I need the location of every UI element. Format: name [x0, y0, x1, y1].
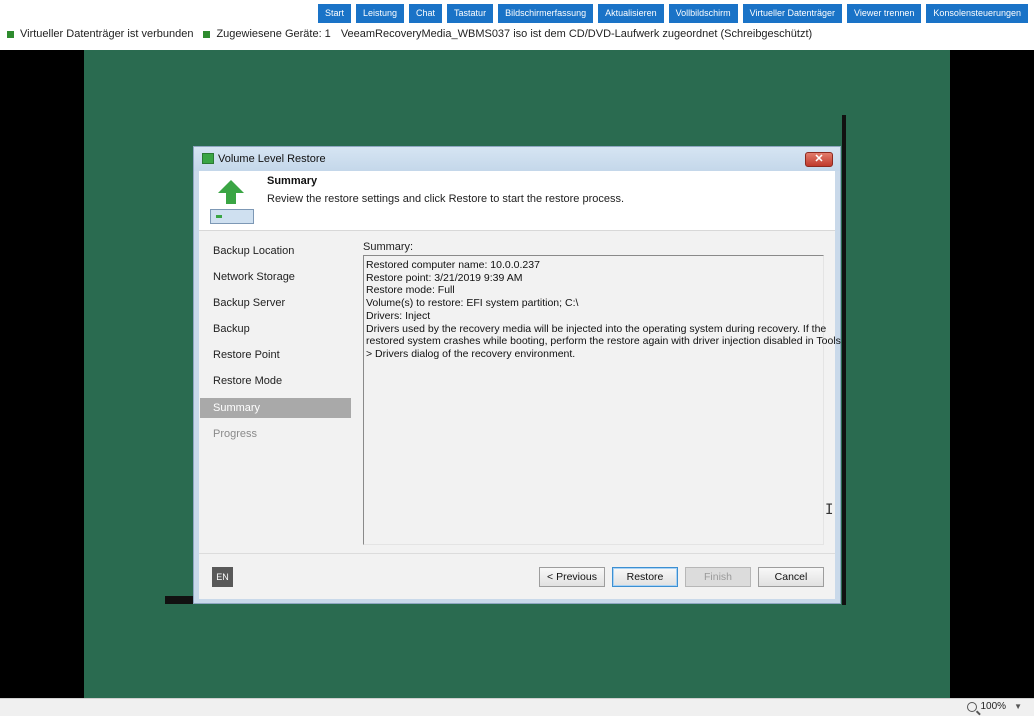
nav-step-summary[interactable]: Summary — [200, 398, 351, 418]
nav-step-backup-server[interactable]: Backup Server — [200, 293, 351, 313]
start-button[interactable]: Start — [317, 4, 351, 23]
virtual-media-button[interactable]: Virtueller Datenträger — [742, 4, 843, 23]
viewer-status-bar: 100% ▼ — [0, 698, 1034, 716]
summary-textarea[interactable]: Restored computer name: 10.0.0.237 Resto… — [363, 255, 841, 545]
volume-level-restore-dialog: Volume Level Restore ✕ Summary Review th… — [193, 146, 841, 604]
summary-line: Volume(s) to restore: EFI system partiti… — [366, 297, 579, 310]
finish-button: Finish — [685, 567, 751, 587]
text-cursor-icon: I — [825, 502, 834, 518]
cancel-button[interactable]: Cancel — [758, 567, 824, 587]
virtual-disk-status-text: Virtueller Datenträger ist verbunden — [20, 28, 194, 40]
wizard-step-title: Summary — [267, 175, 318, 187]
nav-step-backup[interactable]: Backup — [200, 319, 351, 339]
refresh-button[interactable]: Aktualisieren — [598, 4, 664, 23]
nav-step-network-storage[interactable]: Network Storage — [200, 267, 351, 287]
screen-capture-button[interactable]: Bildschirmerfassung — [498, 4, 594, 23]
window-shadow — [165, 596, 195, 604]
iso-status-text: VeeamRecoveryMedia_WBMS037 iso ist dem C… — [340, 28, 813, 40]
summary-line: Drivers used by the recovery media will … — [366, 322, 827, 335]
wizard-step-description: Review the restore settings and click Re… — [267, 193, 625, 205]
summary-line: Restore point: 3/21/2019 9:39 AM — [366, 271, 523, 284]
chat-button[interactable]: Chat — [409, 4, 443, 23]
devices-status-text: Zugewiesene Geräte: 1 — [216, 28, 331, 40]
up-arrow-icon — [218, 180, 244, 204]
nav-step-backup-location[interactable]: Backup Location — [200, 241, 351, 261]
close-button[interactable]: ✕ — [805, 152, 833, 167]
wizard-body: Backup Location Network Storage Backup S… — [199, 231, 841, 553]
summary-panel: Summary: Restored computer name: 10.0.0.… — [354, 231, 841, 553]
performance-button[interactable]: Leistung — [356, 4, 405, 23]
zoom-level: 100% — [980, 701, 1007, 712]
drive-icon — [210, 209, 254, 224]
nav-step-restore-point[interactable]: Restore Point — [200, 345, 351, 365]
fullscreen-button[interactable]: Vollbildschirm — [668, 4, 738, 23]
summary-line: > Drivers dialog of the recovery environ… — [366, 347, 576, 360]
dialog-title-bar[interactable]: Volume Level Restore ✕ — [194, 147, 840, 171]
wizard-steps-nav: Backup Location Network Storage Backup S… — [199, 231, 351, 553]
wizard-footer: EN < Previous Restore Finish Cancel — [199, 553, 835, 599]
status-bar: Virtueller Datenträger ist verbunden Zug… — [7, 28, 822, 40]
summary-line: Drivers: Inject — [366, 309, 431, 322]
zoom-control[interactable]: 100% ▼ — [966, 701, 1022, 712]
zoom-icon — [966, 701, 977, 712]
disconnect-viewer-button[interactable]: Viewer trennen — [847, 4, 922, 23]
summary-line: restored system crashes while booting, p… — [366, 335, 841, 348]
keyboard-button[interactable]: Tastatur — [447, 4, 494, 23]
virtual-disk-status: Virtueller Datenträger ist verbunden — [7, 28, 193, 40]
status-indicator-icon — [203, 30, 211, 38]
summary-line: Restore mode: Full — [366, 284, 455, 297]
restore-button[interactable]: Restore — [612, 567, 678, 587]
status-indicator-icon — [7, 30, 14, 38]
window-shadow — [842, 115, 846, 605]
console-controls-button[interactable]: Konsolensteuerungen — [926, 4, 1028, 23]
summary-line: Restored computer name: 10.0.0.237 — [366, 259, 540, 271]
restore-app-icon — [202, 153, 214, 164]
chevron-down-icon[interactable]: ▼ — [1014, 702, 1022, 711]
nav-step-restore-mode[interactable]: Restore Mode — [200, 371, 351, 391]
language-indicator[interactable]: EN — [212, 567, 233, 587]
previous-button[interactable]: < Previous — [539, 567, 605, 587]
wizard-header: Summary Review the restore settings and … — [199, 171, 835, 231]
devices-status: Zugewiesene Geräte: 1 — [203, 28, 331, 40]
console-toolbar: Start Leistung Chat Tastatur Bildschirme… — [317, 4, 1028, 23]
dialog-title: Volume Level Restore — [218, 153, 326, 165]
nav-step-progress: Progress — [213, 428, 258, 440]
iso-status: VeeamRecoveryMedia_WBMS037 iso ist dem C… — [341, 28, 812, 40]
summary-label: Summary: — [363, 241, 414, 253]
